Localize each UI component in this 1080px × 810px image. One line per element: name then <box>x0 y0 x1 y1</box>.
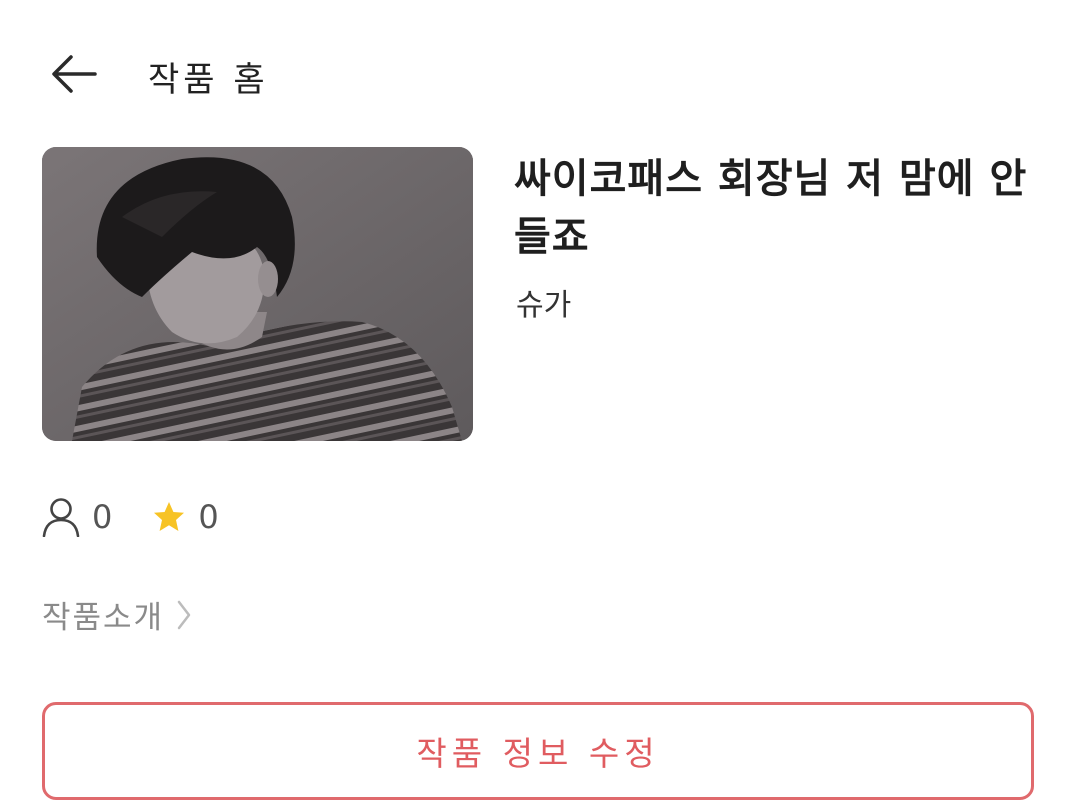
edit-work-info-button[interactable]: 작품 정보 수정 <box>42 702 1034 800</box>
favorites-count: 0 <box>198 498 219 536</box>
stats-row: 0 0 <box>42 494 219 540</box>
page-title: 작품 홈 <box>148 60 269 100</box>
work-intro-link[interactable]: 작품소개 <box>42 592 192 637</box>
chevron-right-icon <box>177 600 191 629</box>
edit-button-label: 작품 정보 수정 <box>416 734 660 773</box>
author-name: 슈가 <box>516 288 572 323</box>
star-icon <box>154 502 185 531</box>
cover-image <box>42 147 473 441</box>
top-bar: 작품 홈 <box>0 0 1080 145</box>
intro-label: 작품소개 <box>42 600 165 636</box>
back-button[interactable] <box>44 46 104 102</box>
work-title: 싸이코패스 회장님 저 맘에 안 들죠 <box>514 156 1028 260</box>
person-icon <box>42 498 80 537</box>
favorites-stat: 0 <box>152 498 219 536</box>
readers-stat: 0 <box>42 497 112 537</box>
arrow-left-icon <box>52 55 97 93</box>
readers-count: 0 <box>92 498 113 536</box>
